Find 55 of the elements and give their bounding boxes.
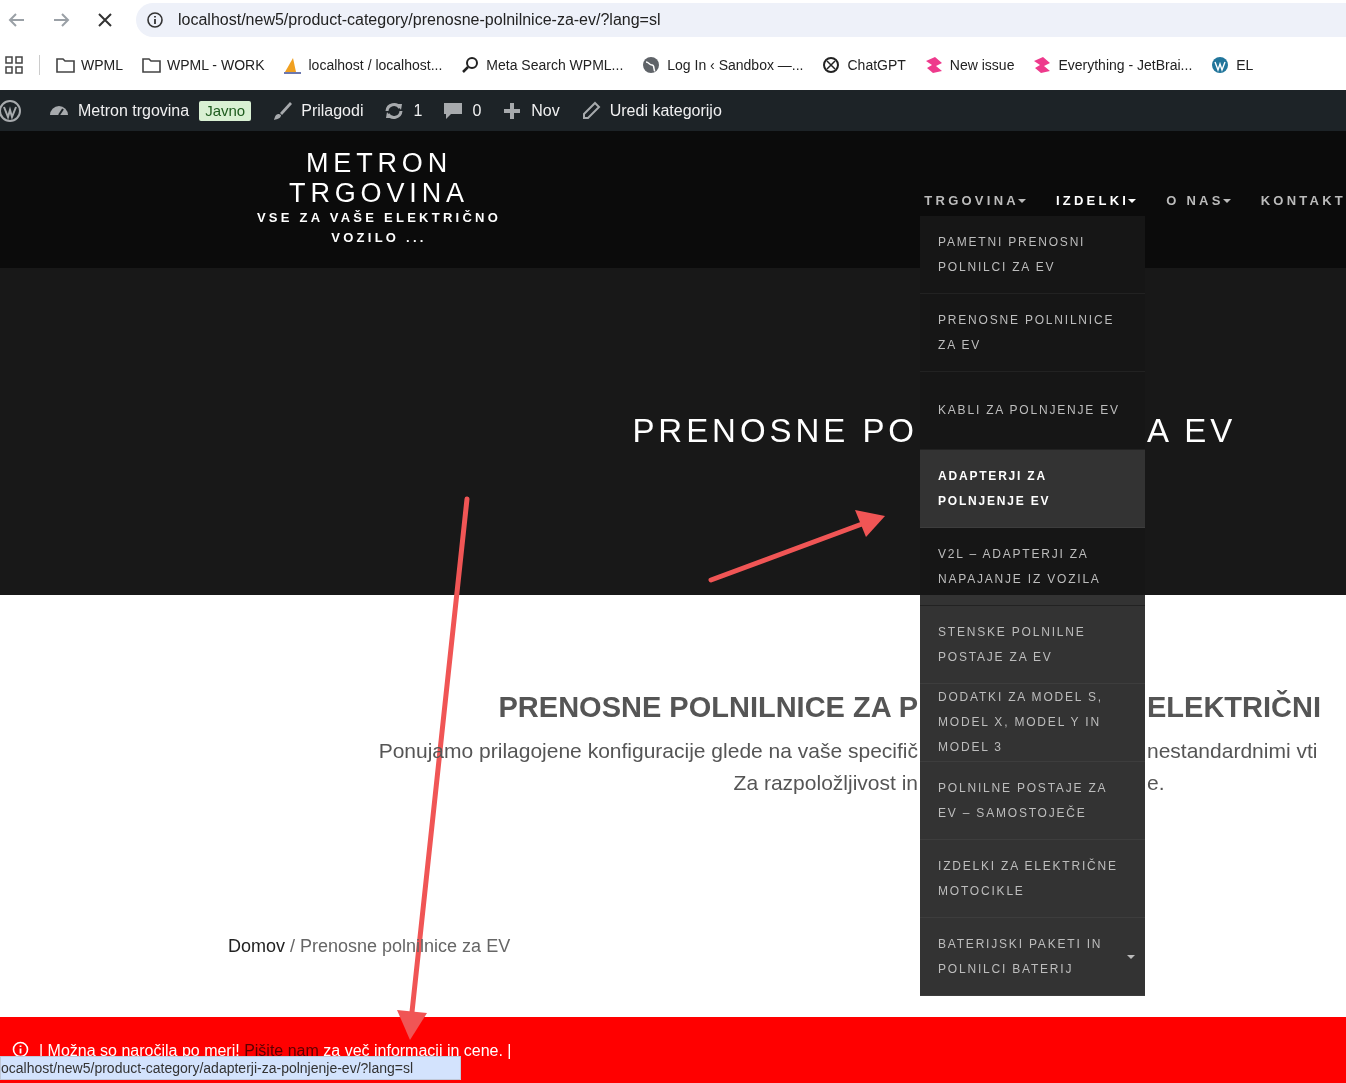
bookmark[interactable]: Meta Search WPML... — [451, 54, 633, 76]
status-url: ocalhost/new5/product-category/adapterji-za-polnjenje-ev/?lang=sl — [0, 1056, 461, 1080]
nav-link[interactable]: TRGOVINA — [924, 191, 1026, 211]
wordpress-icon — [1210, 55, 1231, 75]
bookmark[interactable]: ChatGPT — [812, 54, 915, 76]
globe-icon — [641, 55, 662, 75]
bookmark[interactable]: localhost / localhost... — [273, 54, 452, 76]
site-title[interactable]: METRON TRGOVINA — [279, 148, 479, 208]
dropdown-item[interactable]: STENSKE POLNILNE POSTAJE ZA EV — [920, 606, 1145, 684]
intro-text: nestandardnimi vti — [1147, 738, 1318, 764]
site-tagline: VSE ZA VAŠE ELEKTRIČNO VOZILO ... — [255, 209, 503, 247]
section-heading: PRENOSNE POLNILNICE ZA P — [498, 690, 918, 725]
dropdown-item[interactable]: DODATKI ZA MODEL S, MODEL X, MODEL Y IN MODEL 3 — [920, 684, 1145, 762]
apps-grid-icon — [5, 56, 23, 74]
dropdown-item[interactable]: ADAPTERJI ZA POLNJENJE EV — [920, 450, 1145, 528]
admin-bar-item[interactable]: 0 — [432, 90, 492, 131]
caret-icon — [1017, 197, 1026, 204]
caret-icon — [1128, 197, 1137, 204]
nav-link[interactable]: KONTAKT — [1260, 191, 1346, 211]
bookmark[interactable]: WPML - WORK — [132, 54, 274, 76]
url-text: localhost/new5/product-category/prenosne-polnilnice-za-ev/?lang=sl — [178, 10, 661, 30]
dropdown-item[interactable]: BATERIJSKI PAKETI IN POLNILCI BATERIJ — [920, 918, 1145, 996]
admin-bar-item[interactable]: Metron trgovina Javno — [38, 90, 262, 131]
brush-icon — [271, 99, 294, 122]
folder-icon — [55, 55, 75, 75]
admin-bar-item[interactable]: 1 — [373, 90, 433, 131]
admin-bar-item[interactable]: Uredi kategorijo — [569, 90, 732, 131]
dropdown-item[interactable]: POLNILNE POSTAJE ZA EV – SAMOSTOJEČE — [920, 762, 1145, 840]
dropdown-item[interactable]: PAMETNI PRENOSNI POLNILCI ZA EV — [920, 216, 1145, 294]
bookmark[interactable]: New issue — [914, 54, 1024, 76]
notice-link[interactable]: Pišite nam — [244, 1042, 319, 1059]
nav-link[interactable]: O NAS — [1166, 191, 1231, 211]
bookmark[interactable]: EL — [1201, 54, 1263, 76]
hero-title: PRENOSNE PO — [632, 410, 918, 451]
address-bar[interactable]: localhost/new5/product-category/prenosne-polnilnice-za-ev/?lang=sl — [136, 3, 1346, 37]
folder-icon — [141, 55, 161, 75]
caret-icon — [1222, 197, 1231, 204]
wordpress-icon — [0, 98, 22, 123]
admin-bar-item[interactable]: Prilagodi — [261, 90, 374, 131]
info-icon — [12, 1041, 29, 1058]
info-icon — [146, 11, 164, 29]
bookmark[interactable]: Log In ‹ Sandbox —... — [632, 54, 813, 76]
intro-text: e. — [1147, 770, 1165, 796]
hero-title: A EV — [1147, 410, 1237, 451]
search-icon — [460, 55, 481, 75]
admin-bar-item[interactable]: Nov — [491, 90, 570, 131]
section-heading: ELEKTRIČNI — [1147, 689, 1321, 725]
status-badge: Javno — [199, 100, 252, 121]
intro-text: Za razpoložljivost in — [733, 770, 918, 796]
breadcrumb-link[interactable]: Domov — [228, 933, 285, 960]
bookmark[interactable]: WPML — [46, 54, 132, 76]
bookmark[interactable]: Everything - JetBrai... — [1023, 54, 1202, 76]
nav-link[interactable]: IZDELKI — [1055, 191, 1137, 211]
dropdown-item[interactable]: IZDELKI ZA ELEKTRIČNE MOTOCIKLE — [920, 840, 1145, 918]
caret-icon — [1127, 953, 1135, 960]
